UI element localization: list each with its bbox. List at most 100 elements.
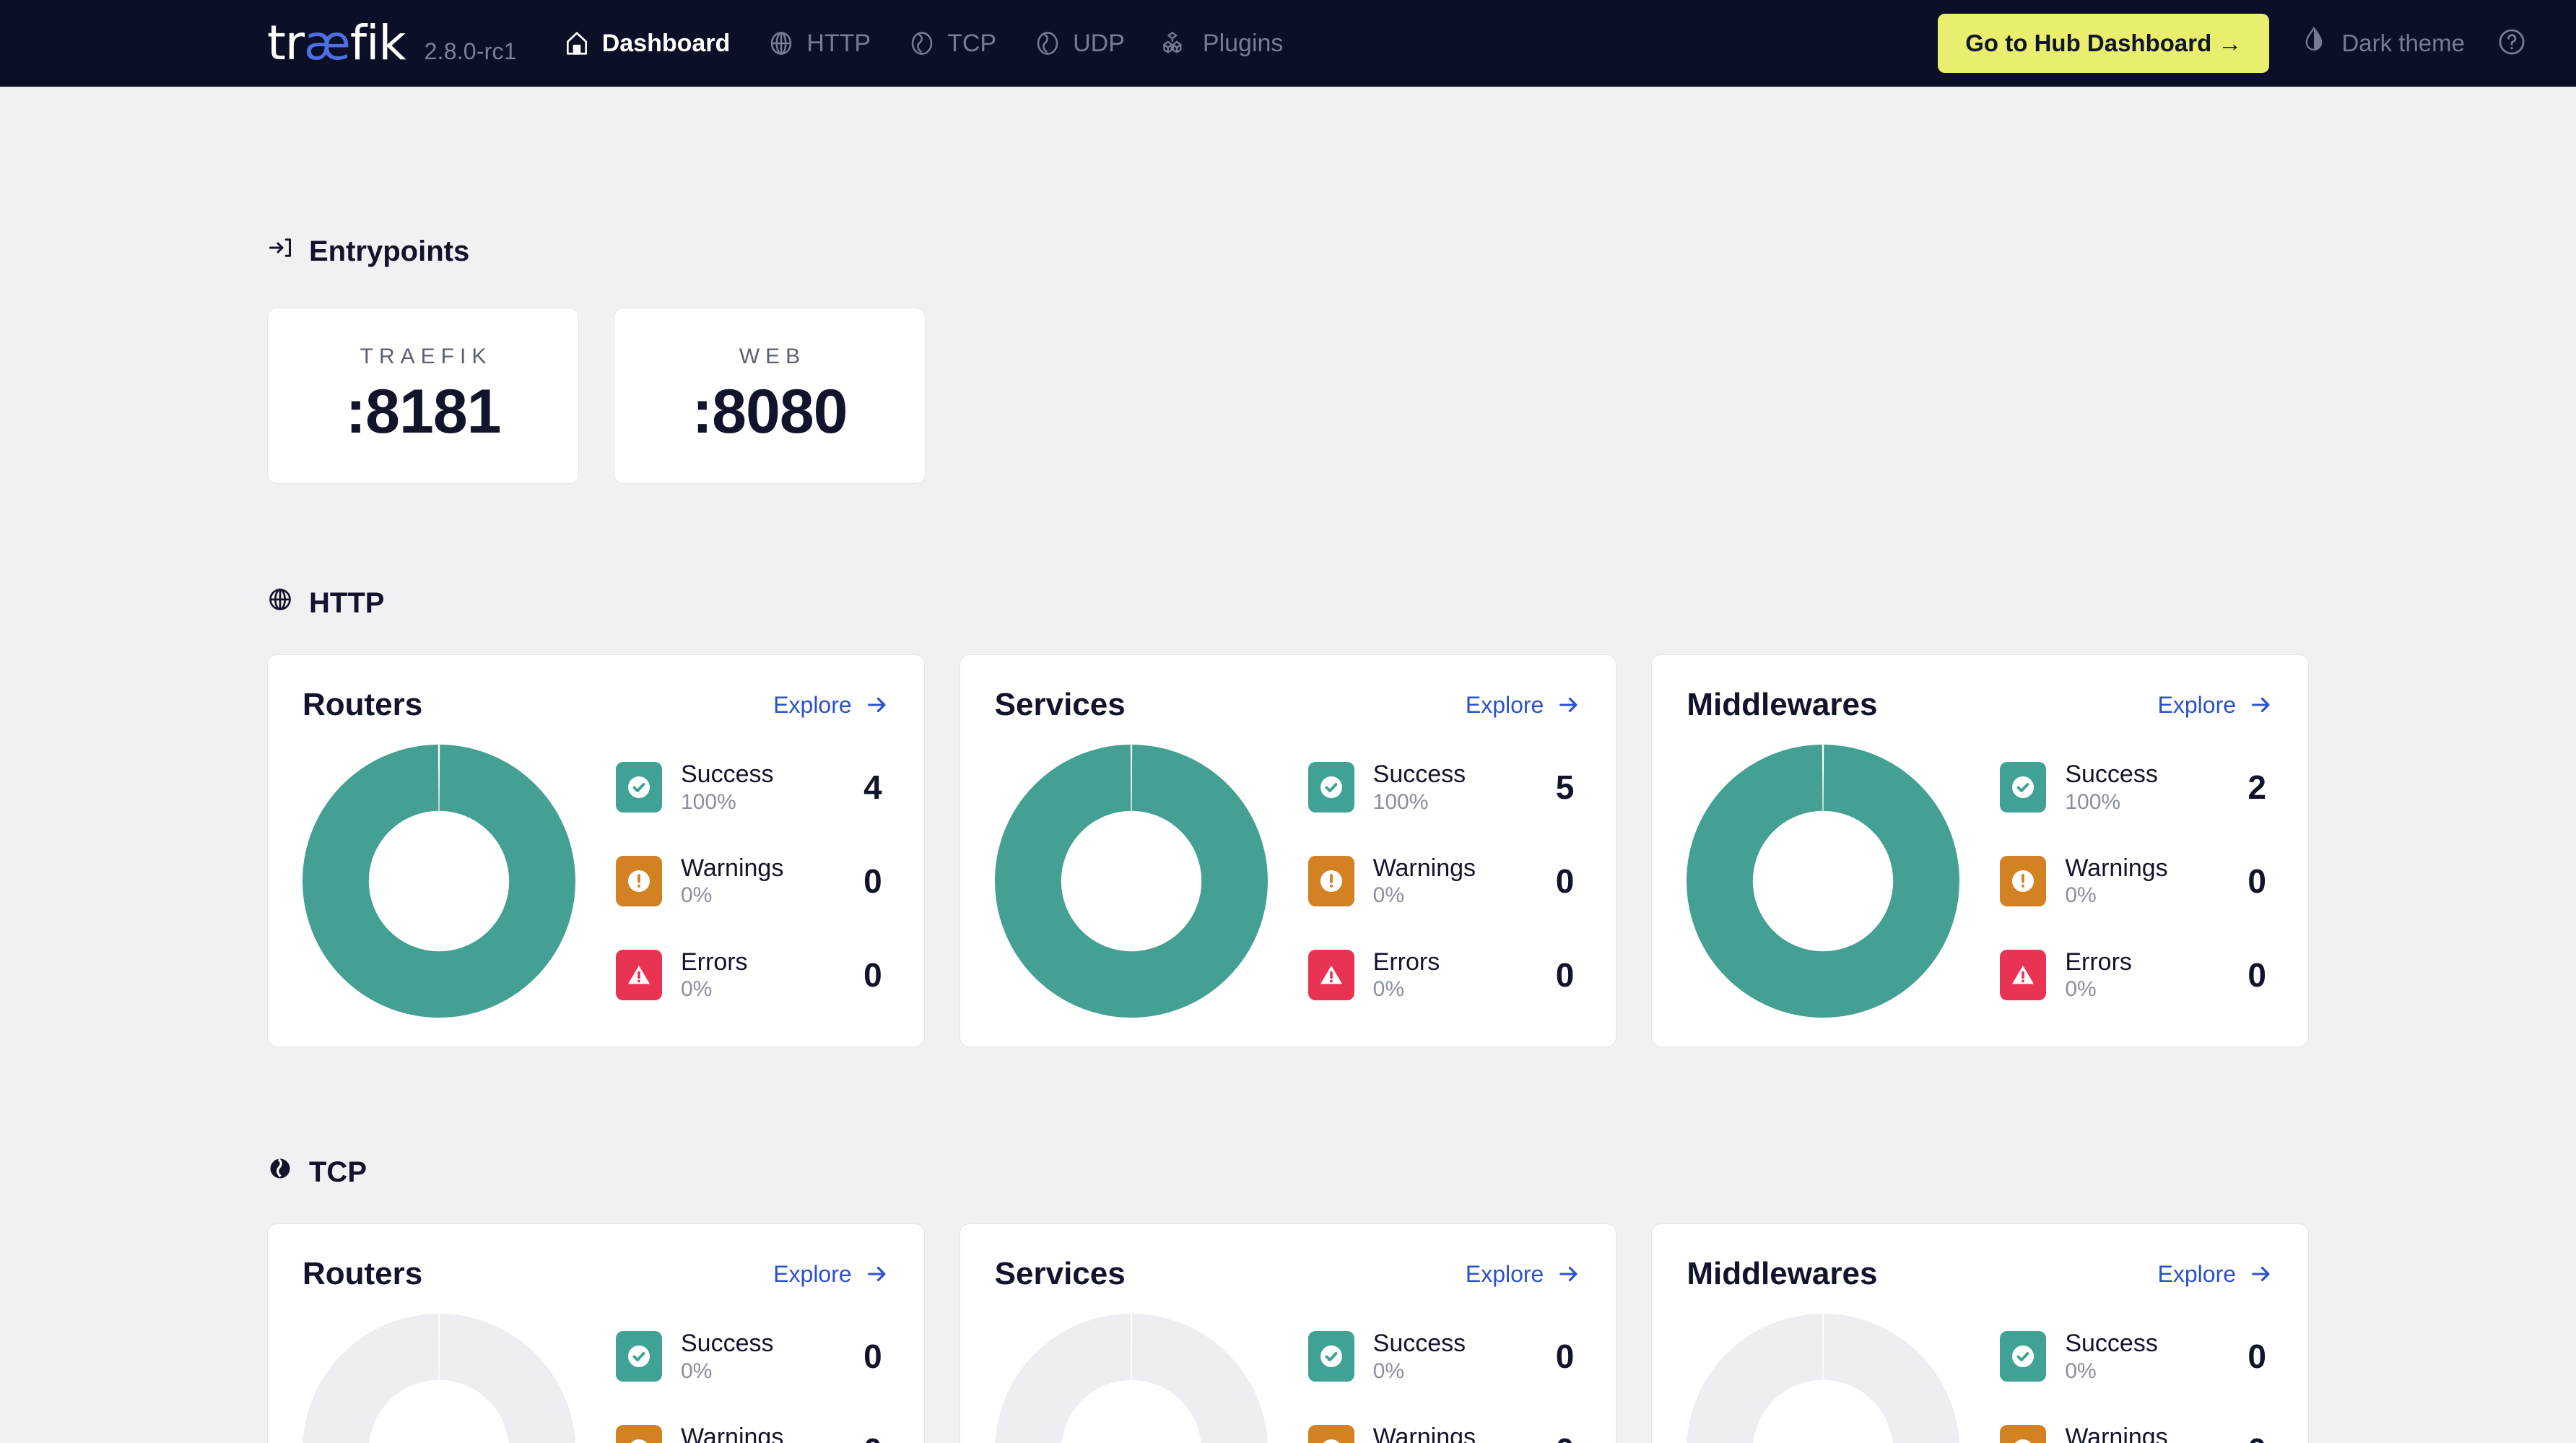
explore-link[interactable]: Explore [2158,1261,2274,1288]
success-check-icon [616,1331,662,1382]
explore-link[interactable]: Explore [773,692,889,719]
globe-icon [767,30,795,57]
legend-value: 0 [1555,862,1575,900]
entrypoint-port: :8181 [345,376,502,446]
question-circle-icon[interactable] [2497,27,2527,61]
arrow-right-icon [2252,1266,2270,1282]
logo-ae-ligature: æ [304,15,351,71]
legend-label: Warnings [1372,854,1476,883]
legend-value: 0 [2248,1338,2267,1376]
donut-chart-wrapper [303,745,591,1018]
donut-chart [1687,1314,1960,1443]
legend: Success 0% 0 Warnings 0 [606,1330,889,1443]
legend-percent: 0% [1372,1358,1405,1383]
legend-percent: 0% [2065,883,2097,908]
legend-label: Success [1372,1330,1466,1358]
legend-value: 0 [1556,1431,1582,1443]
legend-value: 0 [863,1431,889,1443]
legend-value: 0 [2248,956,2267,994]
nav-item-udp[interactable]: UDP [1034,30,1125,58]
explore-link[interactable]: Explore [1466,1261,1582,1288]
legend-label: Success [681,1330,774,1358]
warning-exclamation-icon [1307,1424,1354,1443]
success-check-icon [2000,762,2047,813]
tcp-icon [267,1156,293,1189]
donut-chart-wrapper [303,1314,591,1443]
card-title: Routers [303,687,423,722]
explore-link[interactable]: Explore [773,1261,889,1288]
navbar-right: Go to Hub Dashboard → Dark theme [1938,14,2527,73]
nav-item-plugins[interactable]: Plugins [1162,30,1283,58]
card-body: Success 100% 2 Warnings 0% 0 Errors 0% 0 [1687,745,2273,1018]
card-body: Success 100% 4 Warnings 0% 0 Errors 0% 0 [303,745,889,1018]
explore-label: Explore [2157,1260,2237,1287]
arrow-right-icon [2252,697,2270,713]
error-triangle-icon [1307,949,1354,1000]
legend-percent: 0% [2065,976,2097,1001]
donut-chart [1687,745,1960,1018]
legend-value: 0 [863,862,882,900]
legend-percent: 0% [1372,883,1405,908]
legend-value: 4 [863,768,882,807]
dark-theme-toggle[interactable]: Dark theme [2301,26,2465,61]
section-title: HTTP [309,586,385,619]
section-heading-entrypoints: Entrypoints [267,87,2309,268]
legend: Success 100% 2 Warnings 0% 0 Errors 0% 0 [1990,760,2273,1001]
card-http-routers: Routers Explore Success 100% 4 Warnings … [267,654,925,1047]
legend-label: Errors [2065,948,2132,976]
success-check-icon [616,762,662,813]
arrow-right-icon [867,697,886,713]
nav-item-http[interactable]: HTTP [767,30,871,58]
nav-item-dashboard[interactable]: Dashboard [563,29,731,58]
explore-label: Explore [773,1260,852,1287]
logo-part-2: fik [349,15,406,71]
error-triangle-icon [2000,949,2047,1000]
card-title: Routers [303,1256,423,1291]
nav-label: TCP [947,29,997,57]
legend: Success 100% 5 Warnings 0% 0 Errors 0% 0 [1298,760,1582,1001]
legend-value: 0 [1555,1338,1575,1376]
entrypoint-cards: TRAEFIK :8181 WEB :8080 [267,308,2309,484]
card-http-services: Services Explore Success 100% 5 Warnings… [959,654,1617,1047]
globe-icon [267,586,293,620]
legend-row-errors: Errors 0% 0 [616,948,889,1002]
card-header: Routers Explore [303,1256,889,1292]
explore-link[interactable]: Explore [2158,692,2274,719]
card-header: Middlewares Explore [1687,687,2273,723]
error-triangle-icon [616,949,662,1000]
brand[interactable]: træfik 2.8.0-rc1 [267,20,517,67]
entrypoint-name: TRAEFIK [360,344,492,368]
donut-chart-wrapper [1687,745,1975,1018]
card-body: Success 0% 0 Warnings 0 [1687,1314,2273,1443]
card-body: Success 0% 0 Warnings 0 [994,1314,1582,1443]
warning-exclamation-icon [2000,855,2047,906]
warning-exclamation-icon [616,1424,662,1443]
nav-label: Dashboard [601,29,731,57]
entrypoint-card[interactable]: WEB :8080 [614,308,926,484]
legend-percent: 100% [2065,789,2121,814]
legend-percent: 0% [2065,1358,2097,1383]
nav-item-tcp[interactable]: TCP [908,30,996,58]
legend-row-success: Success 0% 0 [2000,1330,2273,1383]
legend-value: 0 [863,956,882,994]
card-title: Services [994,687,1126,722]
legend: Success 100% 4 Warnings 0% 0 Errors 0% 0 [606,760,889,1001]
entrypoint-card[interactable]: TRAEFIK :8181 [267,308,579,484]
legend-value: 0 [1555,956,1575,994]
legend: Success 0% 0 Warnings 0 [1990,1330,2273,1443]
card-header: Routers Explore [303,687,889,723]
explore-link[interactable]: Explore [1466,692,1582,719]
warning-exclamation-icon [616,855,662,906]
donut-chart-wrapper [994,745,1284,1018]
donut-chart-wrapper [1687,1314,1975,1443]
go-to-hub-dashboard-button[interactable]: Go to Hub Dashboard → [1938,14,2270,73]
card-tcp-services: Services Explore Success 0% 0 Warnings [959,1223,1617,1443]
page-content: Entrypoints TRAEFIK :8181 WEB :8080 HTTP… [0,87,2576,1443]
legend-percent: 0% [681,976,713,1001]
legend-value: 5 [1555,768,1575,807]
legend-row-warnings: Warnings 0% 0 [1307,1424,1582,1443]
explore-label: Explore [773,691,852,718]
legend-row-warnings: Warnings 0% 0 [2000,854,2273,908]
home-icon [563,30,591,57]
top-navbar: træfik 2.8.0-rc1 Dashboard HTTP TCP UDP … [0,0,2576,87]
